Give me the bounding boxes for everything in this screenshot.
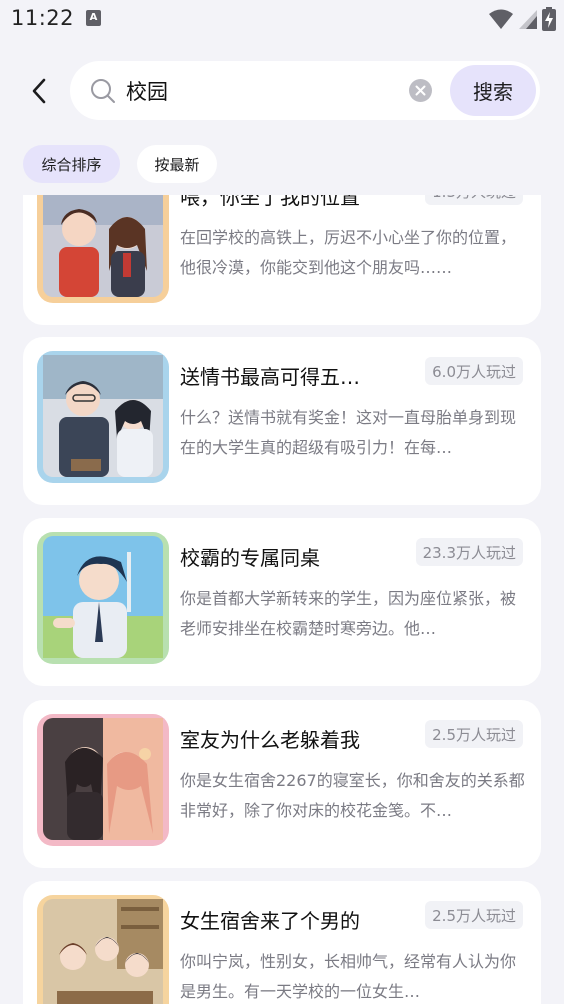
battery-charging-icon (542, 7, 556, 31)
search-button[interactable]: 搜索 (450, 65, 536, 116)
play-count-badge: 1.3万人玩过 (425, 195, 523, 205)
search-icon (91, 79, 115, 103)
card-title: 女生宿舍来了个男的 (180, 909, 360, 933)
status-time: 11:22 (11, 6, 75, 30)
card-title: 室友为什么老躲着我 (180, 728, 360, 752)
result-card[interactable]: 喂，你坐了我的位置 1.3万人玩过 在回学校的高铁上，厉迟不小心坐了你的位置，他… (23, 195, 541, 325)
card-description: 你是女生宿舍2267的寝室长，你和舍友的关系都非常好，除了你对床的校花金笺。不… (180, 771, 525, 820)
search-bar: 搜索 (70, 61, 540, 120)
results-list[interactable]: 喂，你坐了我的位置 1.3万人玩过 在回学校的高铁上，厉迟不小心坐了你的位置，他… (0, 195, 564, 1004)
card-description: 什么？送情书就有奖金！这对一直母胎单身到现在的大学生真的超级有吸引力！在每… (180, 408, 517, 457)
result-card[interactable]: 校霸的专属同桌 23.3万人玩过 你是首都大学新转来的学生，因为座位紧张，被老师… (23, 518, 541, 686)
signal-icon (519, 10, 537, 29)
result-card[interactable]: 女生宿舍来了个男的 2.5万人玩过 你叫宁岚，性别女，长相帅气，经常有人认为你是… (23, 881, 541, 1004)
status-icons (488, 7, 556, 31)
result-card[interactable]: 室友为什么老躲着我 2.5万人玩过 你是女生宿舍2267的寝室长，你和舍友的关系… (23, 700, 541, 868)
clear-button[interactable] (409, 79, 432, 102)
card-title: 送情书最高可得五… (180, 365, 360, 389)
clear-icon (415, 85, 426, 96)
card-description: 你是首都大学新转来的学生，因为座位紧张，被老师安排坐在校霸楚时寒旁边。他… (180, 589, 517, 638)
cover-image (37, 532, 169, 664)
search-results-screen: 11:22 A 校园 搜索 综合排序 按最新 喂，你坐了我的位置 在回学校的高铁… (0, 0, 564, 1004)
card-title: 校霸的专属同桌 (180, 546, 320, 570)
cover-image (37, 895, 169, 1004)
wifi-icon (489, 9, 513, 29)
notification-icon: A (86, 10, 101, 26)
card-title: 喂，你坐了我的位置 (180, 195, 360, 209)
sort-chip-latest[interactable]: 按最新 (137, 145, 217, 183)
result-card[interactable]: 送情书最高可得五… 6.0万人玩过 什么？送情书就有奖金！这对一直母胎单身到现在… (23, 337, 541, 505)
card-description: 在回学校的高铁上，厉迟不小心坐了你的位置，他很冷漠，你能交到他这个朋友吗…… (180, 228, 517, 277)
chevron-left-icon (32, 78, 46, 104)
search-input[interactable] (126, 73, 396, 108)
cover-image (37, 714, 169, 846)
status-bar: 11:22 A (0, 0, 564, 40)
play-count-badge: 2.5万人玩过 (425, 901, 523, 929)
card-description: 你叫宁岚，性别女，长相帅气，经常有人认为你是男生。有一天学校的一位女生… (180, 952, 517, 1001)
play-count-badge: 23.3万人玩过 (415, 538, 523, 566)
back-button[interactable] (24, 74, 54, 108)
sort-chip-comprehensive[interactable]: 综合排序 (23, 145, 120, 183)
play-count-badge: 2.5万人玩过 (425, 720, 523, 748)
cover-image (37, 351, 169, 483)
cover-image (37, 195, 169, 303)
play-count-badge: 6.0万人玩过 (425, 357, 523, 385)
